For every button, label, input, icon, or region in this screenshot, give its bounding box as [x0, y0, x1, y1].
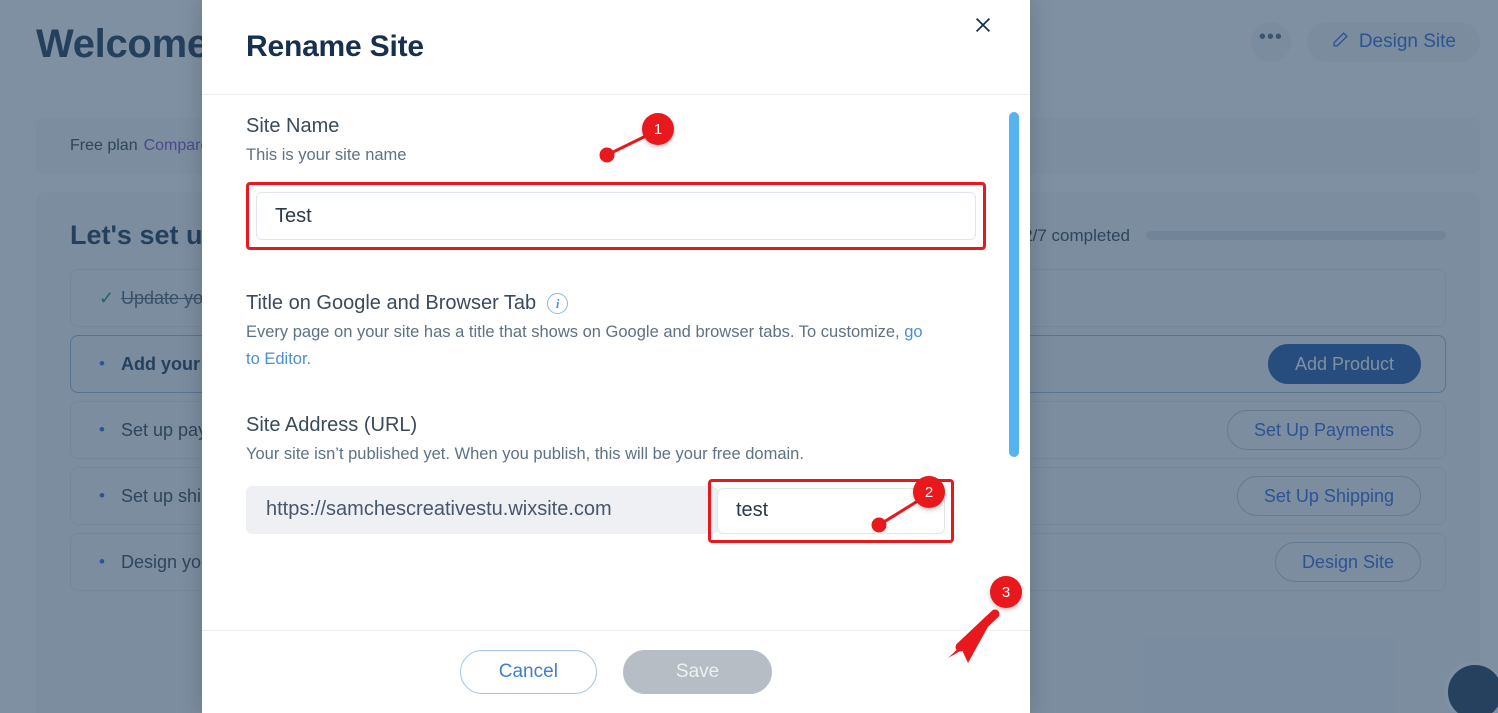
- save-button[interactable]: Save: [622, 650, 773, 694]
- dialog-body[interactable]: Site Name This is your site name Title o…: [202, 94, 1030, 630]
- google-title-field: Title on Google and Browser Tab i Every …: [246, 292, 986, 373]
- dialog-header: Rename Site: [202, 0, 1030, 94]
- google-title-description: Every page on your site has a title that…: [246, 319, 936, 373]
- site-address-slug-highlight: [708, 478, 954, 543]
- dialog-footer: Cancel Save: [202, 630, 1030, 713]
- site-address-row: https://samchescreativestu.wixsite.com: [246, 478, 986, 543]
- site-address-slug-input[interactable]: [717, 487, 945, 534]
- site-name-label: Site Name: [246, 115, 340, 137]
- google-title-label-text: Title on Google and Browser Tab: [246, 292, 537, 315]
- site-address-label: Site Address (URL): [246, 413, 418, 436]
- close-icon[interactable]: [966, 8, 1000, 42]
- google-title-label: Title on Google and Browser Tab i: [246, 292, 986, 315]
- google-title-description-text: Every page on your site has a title that…: [246, 323, 905, 342]
- dialog-title: Rename Site: [246, 30, 424, 63]
- site-address-prefix: https://samchescreativestu.wixsite.com: [246, 485, 718, 534]
- dialog-scrollbar[interactable]: [1009, 112, 1019, 457]
- site-name-description: This is your site name: [246, 146, 407, 164]
- rename-site-dialog: Rename Site Site Name This is your site …: [202, 0, 1030, 713]
- site-name-field: Site Name This is your site name: [246, 115, 986, 251]
- site-address-description: Your site isn’t published yet. When you …: [246, 444, 804, 463]
- site-address-field: Site Address (URL) Your site isn’t publi…: [246, 414, 986, 543]
- site-name-highlight: [246, 182, 986, 251]
- cancel-button[interactable]: Cancel: [459, 650, 597, 694]
- info-icon[interactable]: i: [547, 293, 569, 315]
- site-name-input[interactable]: [256, 192, 976, 241]
